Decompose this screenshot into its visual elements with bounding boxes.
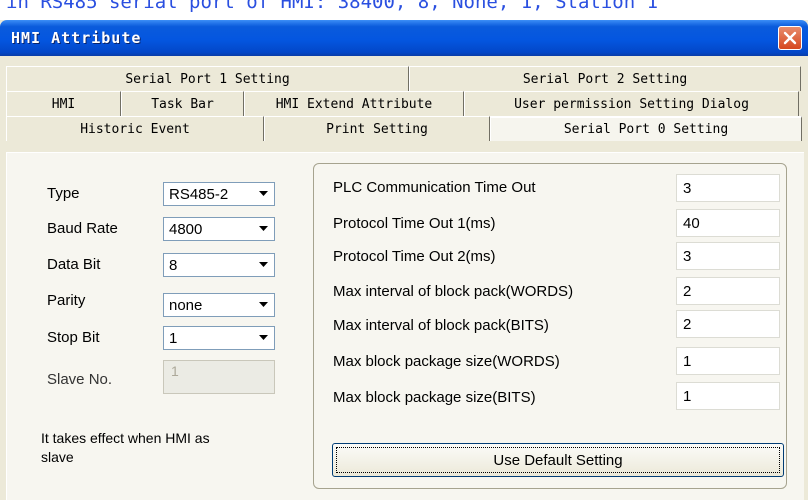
param-value: 3 xyxy=(683,180,692,197)
data-bit-value: 8 xyxy=(169,257,178,274)
use-default-setting-label: Use Default Setting xyxy=(336,447,780,473)
serial-port-0-panel: Type RS485-2 Baud Rate 4800 Data Bit 8 P… xyxy=(6,152,804,500)
tab-hmi-extend-attribute[interactable]: HMI Extend Attribute xyxy=(244,91,464,116)
slave-note-line-1: It takes effect when HMI as xyxy=(41,430,210,446)
tab-row-2: HMI Task Bar HMI Extend Attribute User p… xyxy=(6,91,799,116)
protocol-timeout-1-input[interactable]: 40 xyxy=(676,209,780,237)
stop-bit-value: 1 xyxy=(169,330,178,347)
slave-note-line-2: slave xyxy=(41,449,74,465)
param-label: Protocol Time Out 1(ms) xyxy=(333,215,496,232)
param-value: 3 xyxy=(683,248,692,265)
param-label: Max block package size(WORDS) xyxy=(333,353,560,370)
param-value: 2 xyxy=(683,283,692,300)
max-block-size-bits-input[interactable]: 1 xyxy=(676,382,780,410)
baud-rate-select[interactable]: 4800 xyxy=(163,217,275,241)
type-select[interactable]: RS485-2 xyxy=(163,182,275,206)
max-interval-words-input[interactable]: 2 xyxy=(676,277,780,305)
chevron-down-icon xyxy=(259,262,268,267)
param-value: 1 xyxy=(683,353,692,370)
param-value: 2 xyxy=(683,316,692,333)
hmi-attribute-dialog: HMI Attribute Serial Port 1 Setting Seri… xyxy=(0,20,808,500)
document-caption: in RS485 serial port of HMI: 38400, 8, N… xyxy=(0,0,808,20)
parity-label: Parity xyxy=(47,292,86,309)
tab-serial-port-0[interactable]: Serial Port 0 Setting xyxy=(490,116,802,141)
data-bit-label: Data Bit xyxy=(47,256,101,273)
param-label: Max block package size(BITS) xyxy=(333,389,536,406)
chevron-down-icon xyxy=(259,191,268,196)
tab-row-3: Historic Event Print Setting Serial Port… xyxy=(6,116,802,141)
stop-bit-select[interactable]: 1 xyxy=(163,326,275,350)
param-value: 1 xyxy=(683,388,692,405)
use-default-setting-button[interactable]: Use Default Setting xyxy=(332,443,784,477)
baud-rate-dropdown-arrow[interactable] xyxy=(255,219,273,239)
plc-communication-timeout-input[interactable]: 3 xyxy=(676,174,780,202)
baud-rate-value: 4800 xyxy=(169,221,203,238)
tab-print-setting[interactable]: Print Setting xyxy=(264,116,490,141)
tab-serial-port-2[interactable]: Serial Port 2 Setting xyxy=(409,66,801,91)
slave-no-value: 1 xyxy=(171,363,179,379)
max-interval-bits-input[interactable]: 2 xyxy=(676,310,780,338)
chevron-down-icon xyxy=(259,302,268,307)
data-bit-dropdown-arrow[interactable] xyxy=(255,255,273,275)
title-bar[interactable]: HMI Attribute xyxy=(0,20,808,56)
param-value: 40 xyxy=(683,215,700,232)
slave-no-input: 1 xyxy=(163,360,275,394)
tab-task-bar[interactable]: Task Bar xyxy=(121,91,244,116)
type-dropdown-arrow[interactable] xyxy=(255,184,273,204)
baud-rate-label: Baud Rate xyxy=(47,220,118,237)
timeout-settings-group: PLC Communication Time Out 3 Protocol Ti… xyxy=(313,163,787,489)
chevron-down-icon xyxy=(259,335,268,340)
slave-no-label: Slave No. xyxy=(47,371,113,388)
stop-bit-label: Stop Bit xyxy=(47,329,100,346)
type-value: RS485-2 xyxy=(169,186,229,203)
parity-dropdown-arrow[interactable] xyxy=(255,295,273,315)
tab-hmi[interactable]: HMI xyxy=(6,91,121,116)
tab-historic-event[interactable]: Historic Event xyxy=(6,116,264,141)
param-label: PLC Communication Time Out xyxy=(333,179,536,196)
parity-select[interactable]: none xyxy=(163,293,275,317)
chevron-down-icon xyxy=(259,226,268,231)
max-block-size-words-input[interactable]: 1 xyxy=(676,347,780,375)
close-icon xyxy=(783,31,797,45)
type-label: Type xyxy=(47,185,80,202)
protocol-timeout-2-input[interactable]: 3 xyxy=(676,242,780,270)
tab-serial-port-1[interactable]: Serial Port 1 Setting xyxy=(6,66,409,91)
tab-row-1: Serial Port 1 Setting Serial Port 2 Sett… xyxy=(6,66,801,91)
param-label: Max interval of block pack(BITS) xyxy=(333,317,549,334)
stop-bit-dropdown-arrow[interactable] xyxy=(255,328,273,348)
param-label: Protocol Time Out 2(ms) xyxy=(333,248,496,265)
close-button[interactable] xyxy=(778,26,802,50)
param-label: Max interval of block pack(WORDS) xyxy=(333,283,574,300)
window-title: HMI Attribute xyxy=(11,29,142,47)
data-bit-select[interactable]: 8 xyxy=(163,253,275,277)
tab-user-permission[interactable]: User permission Setting Dialog xyxy=(464,91,799,116)
parity-value: none xyxy=(169,297,203,314)
